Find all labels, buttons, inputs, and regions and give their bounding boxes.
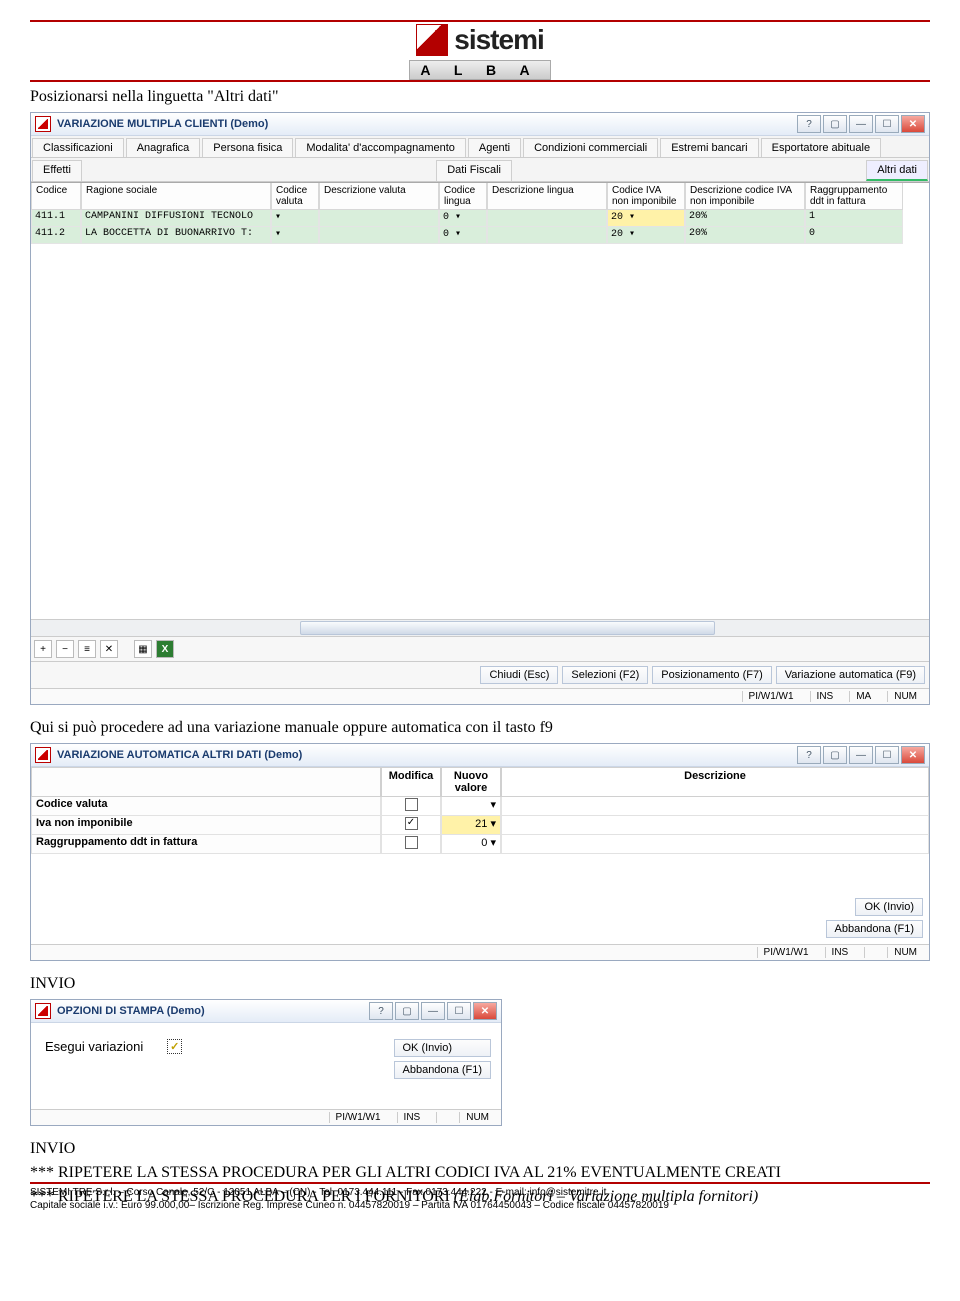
app-icon [35, 747, 51, 763]
invio-1: INVIO [30, 975, 930, 993]
brand-sub: A L B A [409, 60, 550, 80]
ok-button[interactable]: OK (Invio) [394, 1039, 492, 1057]
col-header: Codice [31, 183, 81, 210]
excel-icon[interactable]: X [156, 640, 174, 658]
table-row[interactable]: 411.2LA BOCCETTA DI BUONARRIVO T: ▾0 ▾20… [31, 227, 929, 244]
app-icon [35, 116, 51, 132]
col-header: Nuovo valore [441, 767, 501, 797]
table-row[interactable]: Raggruppamento ddt in fattura0 ▾ [31, 835, 929, 854]
win-variazione-automatica: VARIAZIONE AUTOMATICA ALTRI DATI (Demo) … [30, 743, 930, 961]
page-header: sistemi [30, 22, 930, 58]
checkbox[interactable] [405, 836, 418, 849]
help-icon[interactable]: ? [797, 115, 821, 133]
col-header: Codice valuta [271, 183, 319, 210]
grid-empty-area [31, 244, 929, 619]
tab[interactable]: Agenti [468, 138, 521, 157]
tab[interactable]: Esportatore abituale [761, 138, 881, 157]
table-row[interactable]: 411.1CAMPANINI DIFFUSIONI TECNOLO ▾0 ▾20… [31, 210, 929, 227]
win1-title: VARIAZIONE MULTIPLA CLIENTI (Demo) [57, 118, 268, 130]
horizontal-scrollbar[interactable] [31, 619, 929, 636]
win-variazione-multipla: VARIAZIONE MULTIPLA CLIENTI (Demo) ? ▢ —… [30, 112, 930, 705]
minimize-icon[interactable]: — [849, 746, 873, 764]
tab-effetti[interactable]: Effetti [32, 160, 82, 181]
help-icon[interactable]: ? [797, 746, 821, 764]
col-header [31, 767, 381, 797]
tab-altri-dati[interactable]: Altri dati [866, 160, 928, 181]
action-button[interactable]: Variazione automatica (F9) [776, 666, 925, 684]
app-icon [35, 1003, 51, 1019]
checkbox[interactable] [405, 798, 418, 811]
tab[interactable]: Modalita' d'accompagnamento [295, 138, 466, 157]
grid-icon[interactable]: ▦ [134, 640, 152, 658]
restore-icon[interactable]: ▢ [395, 1002, 419, 1020]
instr-2: Qui si può procedere ad una variazione m… [30, 719, 930, 737]
action-button[interactable]: Selezioni (F2) [562, 666, 648, 684]
remove-row-icon[interactable]: − [56, 640, 74, 658]
ripetere-1: *** RIPETERE LA STESSA PROCEDURA PER GLI… [30, 1164, 930, 1182]
status-bar: PI/W1/W1INSMANUM [31, 688, 929, 704]
status-bar: PI/W1/W1INSNUM [31, 1109, 501, 1125]
close-icon[interactable]: ✕ [473, 1002, 497, 1020]
action-button[interactable]: Chiudi (Esc) [480, 666, 558, 684]
action-button[interactable]: Posizionamento (F7) [652, 666, 772, 684]
close-icon[interactable]: ✕ [901, 115, 925, 133]
minimize-icon[interactable]: — [421, 1002, 445, 1020]
col-header: Ragione sociale [81, 183, 271, 210]
grid-header: CodiceRagione socialeCodice valutaDescri… [31, 182, 929, 210]
tab[interactable]: Anagrafica [126, 138, 201, 157]
help-icon[interactable]: ? [369, 1002, 393, 1020]
col-header: Modifica [381, 767, 441, 797]
table-row[interactable]: Codice valuta ▾ [31, 797, 929, 816]
copy-row-icon[interactable]: ≡ [78, 640, 96, 658]
esegui-checkbox[interactable] [167, 1039, 182, 1054]
restore-icon[interactable]: ▢ [823, 746, 847, 764]
restore-icon[interactable]: ▢ [823, 115, 847, 133]
tab[interactable]: Condizioni commerciali [523, 138, 658, 157]
brand-text: sistemi [454, 24, 544, 56]
instr-1: Posizionarsi nella linguetta "Altri dati… [30, 88, 930, 106]
maximize-icon[interactable]: ☐ [875, 746, 899, 764]
abbandona-button[interactable]: Abbandona (F1) [394, 1061, 492, 1079]
abbandona-button[interactable]: Abbandona (F1) [826, 920, 924, 938]
col-header: Raggruppamento ddt in fattura [805, 183, 903, 210]
col-header: Descrizione lingua [487, 183, 607, 210]
maximize-icon[interactable]: ☐ [875, 115, 899, 133]
status-bar: PI/W1/W1INSNUM [31, 944, 929, 960]
delete-icon[interactable]: ✕ [100, 640, 118, 658]
col-header: Descrizione codice IVA non imponibile [685, 183, 805, 210]
col-header: Descrizione valuta [319, 183, 439, 210]
bottom-toolbar: + − ≡ ✕ ▦ X [31, 636, 929, 661]
tab-dati-fiscali[interactable]: Dati Fiscali [436, 160, 512, 181]
win3-title: OPZIONI DI STAMPA (Demo) [57, 1005, 205, 1017]
add-row-icon[interactable]: + [34, 640, 52, 658]
tab[interactable]: Persona fisica [202, 138, 293, 157]
col-header: Descrizione [501, 767, 929, 797]
win2-title: VARIAZIONE AUTOMATICA ALTRI DATI (Demo) [57, 749, 302, 761]
button-bar: Chiudi (Esc)Selezioni (F2)Posizionamento… [31, 661, 929, 688]
invio-2: INVIO [30, 1140, 930, 1158]
col-header: Codice lingua [439, 183, 487, 210]
tab[interactable]: Estremi bancari [660, 138, 758, 157]
esegui-label: Esegui variazioni [45, 1039, 143, 1054]
logo-icon [416, 24, 448, 56]
close-icon[interactable]: ✕ [901, 746, 925, 764]
maximize-icon[interactable]: ☐ [447, 1002, 471, 1020]
tab[interactable]: Classificazioni [32, 138, 124, 157]
tab-strip-top: ClassificazioniAnagraficaPersona fisicaM… [31, 136, 929, 158]
footer-line-1: SISTEMI TRE S.r.l. – Corso Canale, 52/C … [30, 1186, 930, 1199]
page-footer: SISTEMI TRE S.r.l. – Corso Canale, 52/C … [30, 1182, 930, 1212]
ok-button[interactable]: OK (Invio) [855, 898, 923, 916]
minimize-icon[interactable]: — [849, 115, 873, 133]
col-header: Codice IVA non imponibile [607, 183, 685, 210]
checkbox[interactable] [405, 817, 418, 830]
win-opzioni-stampa: OPZIONI DI STAMPA (Demo) ? ▢ — ☐ ✕ Esegu… [30, 999, 502, 1126]
table-row[interactable]: Iva non imponibile21 ▾ [31, 816, 929, 835]
footer-line-2: Capitale sociale i.v.: Euro 99.000,00– I… [30, 1199, 930, 1212]
